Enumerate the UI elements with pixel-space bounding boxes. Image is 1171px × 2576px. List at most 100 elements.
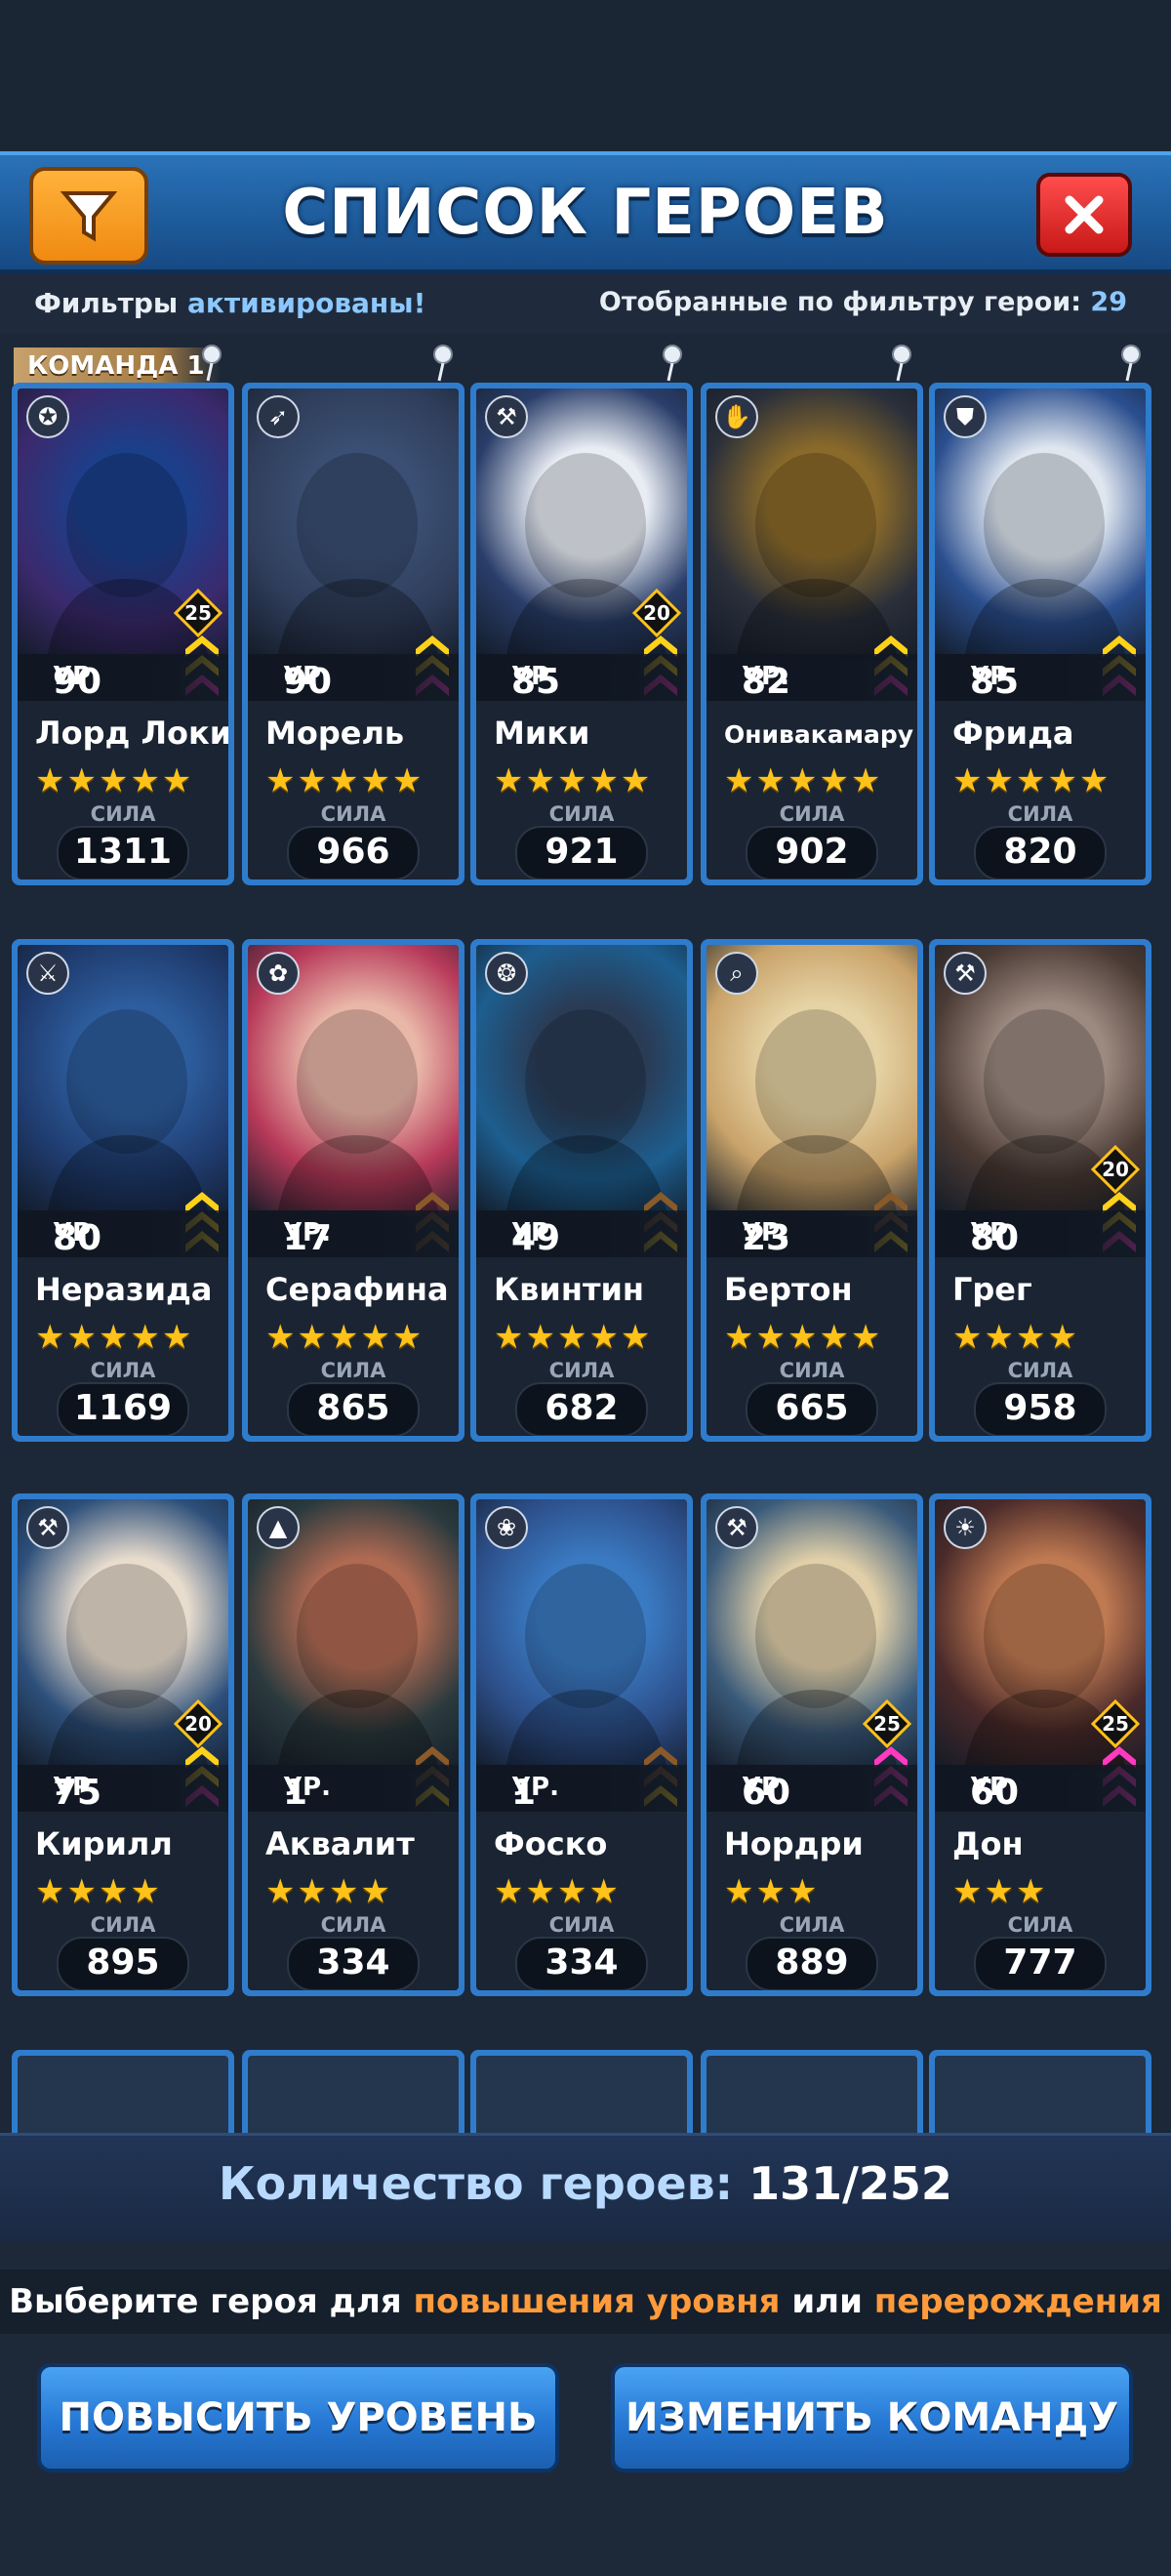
hero-stars: ★★★ xyxy=(952,1872,1048,1911)
hero-card-body: ❀ УР. 1 Фоско ★★★★ СИЛА 334 xyxy=(476,1499,687,1990)
level-value: 82 xyxy=(742,662,791,702)
hero-card[interactable]: ⚒ 20 УР. 80 Грег ★★★★ СИЛА 958 xyxy=(929,939,1151,1442)
hero-card[interactable]: ⛊ УР. 85 Фрида ★★★★★ СИЛА 820 xyxy=(929,383,1151,885)
power-label: СИЛА xyxy=(1007,802,1073,826)
hero-level: УР. 85 xyxy=(476,654,687,702)
hero-card[interactable]: ▲ УР. 1 Аквалит ★★★★ СИЛА 334 xyxy=(242,1493,464,1996)
hero-power: 1311 xyxy=(57,826,189,879)
level-value: 80 xyxy=(970,1218,1020,1258)
hero-level: УР. 17 xyxy=(248,1210,459,1258)
hero-power: 820 xyxy=(974,826,1107,879)
power-label: СИЛА xyxy=(548,1359,615,1382)
hero-portrait xyxy=(476,2056,687,2138)
svg-text:❀: ❀ xyxy=(497,1514,516,1541)
svg-text:⚔: ⚔ xyxy=(37,960,59,987)
hero-card-body: ✿ УР. 17 Серафина ★★★★★ СИЛА 865 xyxy=(248,945,459,1436)
hero-card-body: ➶ УР. 90 Морель ★★★★★ СИЛА 966 xyxy=(248,388,459,879)
hero-power: 334 xyxy=(287,1937,420,1990)
power-label: СИЛА xyxy=(779,1359,845,1382)
hero-card[interactable]: ✿ УР. 17 Серафина ★★★★★ СИЛА 865 xyxy=(242,939,464,1442)
hero-level: УР. 90 xyxy=(18,654,228,702)
hero-card[interactable]: ❀ УР. 1 Фоско ★★★★ СИЛА 334 xyxy=(470,1493,693,1996)
hero-card-body: ⚒ 20 УР. 85 Мики ★★★★★ СИЛА 921 xyxy=(476,388,687,879)
hero-card[interactable]: ⚒ 25 УР. 60 Нордри ★★★ СИЛА 889 xyxy=(701,1493,923,1996)
spirit-icon: ❂ xyxy=(484,951,529,996)
power-label: СИЛА xyxy=(1007,1913,1073,1937)
triangle-icon: ▲ xyxy=(256,1505,301,1550)
hero-card[interactable]: ⚒ 20 УР. 85 Мики ★★★★★ СИЛА 921 xyxy=(470,383,693,885)
magnifier-icon: ⌕ xyxy=(714,951,759,996)
level-value: 80 xyxy=(53,1218,102,1258)
power-label: СИЛА xyxy=(90,1359,156,1382)
pin-icon[interactable] xyxy=(199,344,224,383)
flower-icon: ❀ xyxy=(484,1505,529,1550)
hero-level: УР. 85 xyxy=(935,654,1146,702)
pin-icon[interactable] xyxy=(430,344,456,383)
hero-card-partial[interactable] xyxy=(929,2050,1151,2138)
level-value: 23 xyxy=(742,1218,791,1258)
pin-icon[interactable] xyxy=(1118,344,1144,383)
hero-card-partial[interactable] xyxy=(242,2050,464,2138)
svg-text:20: 20 xyxy=(184,1712,212,1736)
close-button[interactable] xyxy=(1036,173,1132,257)
hero-level: УР. 82 xyxy=(707,654,917,702)
hero-card[interactable]: ❂ УР. 49 Квинтин ★★★★★ СИЛА 682 xyxy=(470,939,693,1442)
filter-info-bar: Фильтры активированы! Отобранные по филь… xyxy=(0,273,1171,334)
hero-card-partial[interactable] xyxy=(12,2050,234,2138)
hero-power: 682 xyxy=(515,1382,648,1436)
level-value: 90 xyxy=(283,662,333,702)
hero-power: 665 xyxy=(746,1382,878,1436)
shield-icon: ⛊ xyxy=(943,394,988,439)
hammer-icon: ⚒ xyxy=(714,1505,759,1550)
hero-level: УР. 1 xyxy=(248,1765,459,1813)
bow-icon: ➶ xyxy=(256,394,301,439)
power-label: СИЛА xyxy=(90,802,156,826)
hero-card[interactable]: ⚔ УР. 80 Неразида ★★★★★ СИЛА 1169 xyxy=(12,939,234,1442)
swords-icon: ⚔ xyxy=(25,951,70,996)
hero-name: Кирилл xyxy=(35,1825,173,1862)
pin-icon[interactable] xyxy=(660,344,685,383)
hero-name: Фрида xyxy=(952,715,1074,752)
hero-card-body: ⛊ УР. 85 Фрида ★★★★★ СИЛА 820 xyxy=(935,388,1146,879)
hero-level: УР. 60 xyxy=(707,1765,917,1813)
hero-card[interactable]: ⚒ 20 УР. 75 Кирилл ★★★★ СИЛА 895 xyxy=(12,1493,234,1996)
level-value: 75 xyxy=(53,1773,102,1813)
hero-power: 777 xyxy=(974,1937,1107,1990)
power-label: СИЛА xyxy=(1007,1359,1073,1382)
hero-stars: ★★★★★ xyxy=(265,761,424,800)
hero-card[interactable]: ⌕ УР. 23 Бертон ★★★★★ СИЛА 665 xyxy=(701,939,923,1442)
pin-icon[interactable] xyxy=(889,344,914,383)
change-team-button[interactable]: ИЗМЕНИТЬ КОМАНДУ xyxy=(611,2363,1133,2473)
level-value: 85 xyxy=(511,662,561,702)
hero-stars: ★★★★ xyxy=(265,1872,392,1911)
hero-name: Серафина xyxy=(265,1271,449,1308)
level-value: 1 xyxy=(283,1773,308,1813)
hero-name: Грег xyxy=(952,1271,1032,1308)
hero-name: Бертон xyxy=(724,1271,853,1308)
hand-icon: ✋ xyxy=(714,394,759,439)
filtered-count-label: Отобранные по фильтру герои: xyxy=(598,287,1082,317)
hero-card-body: ⌕ УР. 23 Бертон ★★★★★ СИЛА 665 xyxy=(707,945,917,1436)
hero-stars: ★★★★★ xyxy=(952,761,1111,800)
hero-level: УР. 49 xyxy=(476,1210,687,1258)
hero-card-partial[interactable] xyxy=(470,2050,693,2138)
hero-name: Квинтин xyxy=(494,1271,645,1308)
power-label: СИЛА xyxy=(320,802,386,826)
hero-card[interactable]: ✪ 25 УР. 90 Лорд Локи ★★★★★ СИЛА 1311 xyxy=(12,383,234,885)
svg-text:⌕: ⌕ xyxy=(730,960,743,987)
hero-stars: ★★★★★ xyxy=(35,761,194,800)
level-up-button[interactable]: ПОВЫСИТЬ УРОВЕНЬ xyxy=(37,2363,559,2473)
hero-level: УР. 75 xyxy=(18,1765,228,1813)
hero-name: Неразида xyxy=(35,1271,213,1308)
hero-level: УР. 60 xyxy=(935,1765,1146,1813)
hero-card[interactable]: ✋ УР. 82 Онивакамару ★★★★★ СИЛА 902 xyxy=(701,383,923,885)
hero-portrait xyxy=(707,2056,917,2138)
hero-card-body: ✪ 25 УР. 90 Лорд Локи ★★★★★ СИЛА 1311 xyxy=(18,388,228,879)
hero-card[interactable]: ➶ УР. 90 Морель ★★★★★ СИЛА 966 xyxy=(242,383,464,885)
hero-card-partial[interactable] xyxy=(701,2050,923,2138)
sun-icon: ☀ xyxy=(943,1505,988,1550)
power-label: СИЛА xyxy=(779,802,845,826)
rose-icon: ✿ xyxy=(256,951,301,996)
hero-count-label: Количество героев: xyxy=(219,2157,734,2210)
hero-card[interactable]: ☀ 25 УР. 60 Дон ★★★ СИЛА 777 xyxy=(929,1493,1151,1996)
